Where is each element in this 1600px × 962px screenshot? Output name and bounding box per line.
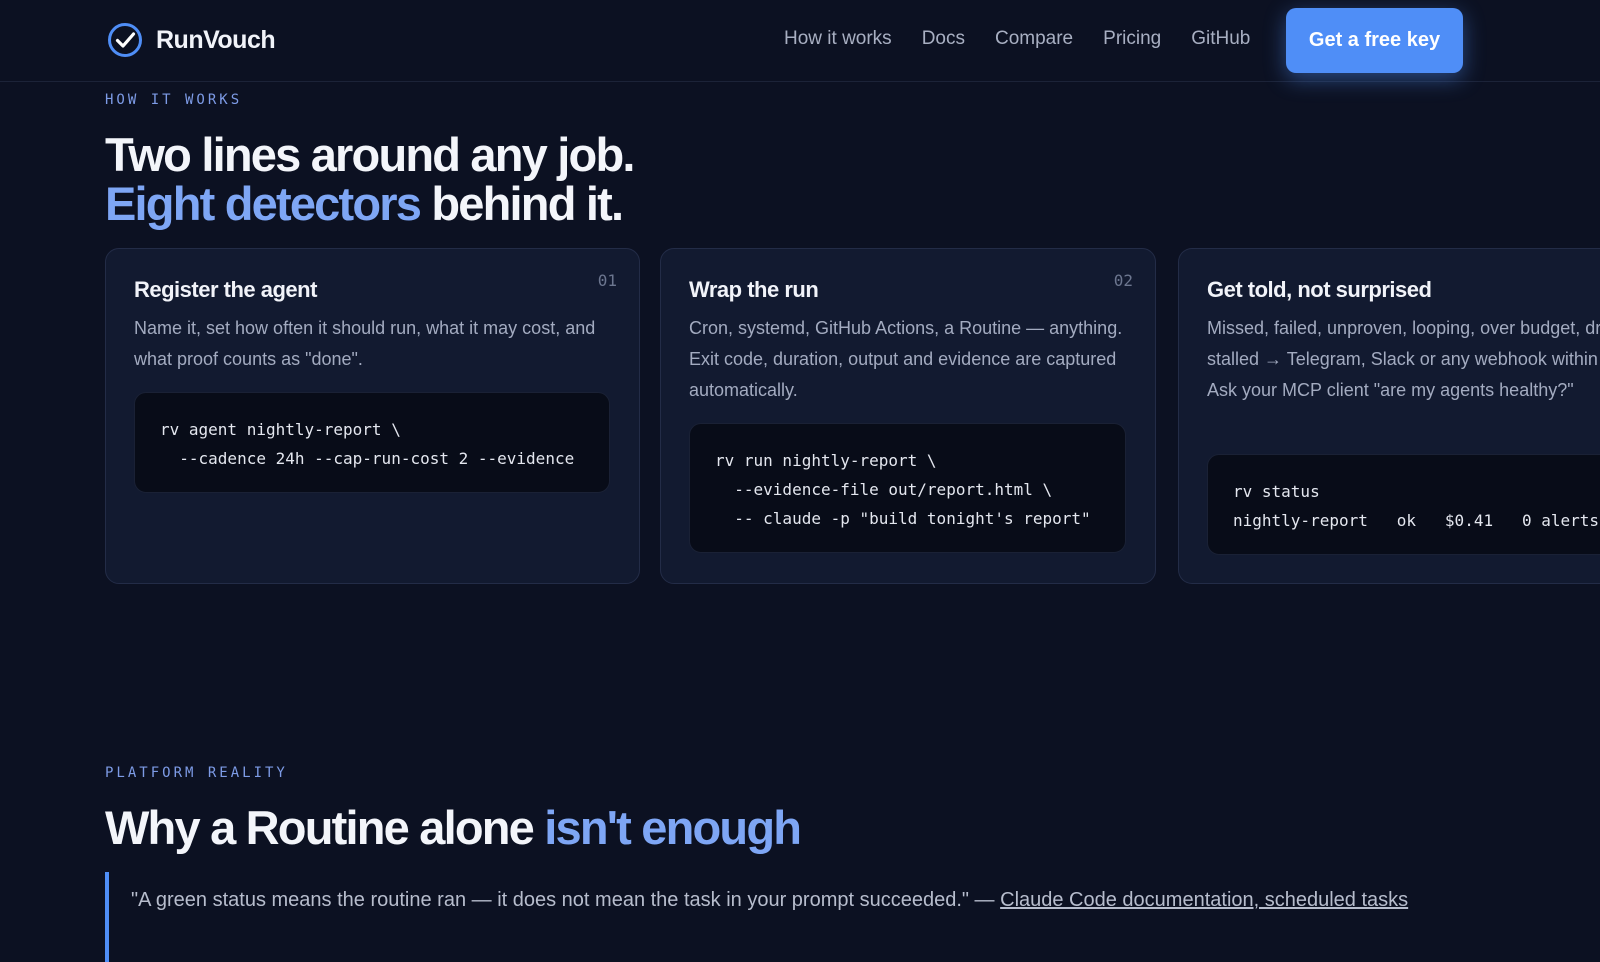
docs-quote: "A green status means the routine ran — … [105,872,1425,962]
nav-link-pricing[interactable]: Pricing [1103,28,1161,50]
brand-logo[interactable]: RunVouch [107,22,276,58]
code-block: rv run nightly-report \ --evidence-file … [689,423,1126,553]
step-card-get-told: Get told, not surprised Missed, failed, … [1178,248,1600,584]
nav-link-docs[interactable]: Docs [922,28,965,50]
nav-links: How it works Docs Compare Pricing GitHub [784,28,1250,50]
check-circle-icon [108,23,142,57]
code-block: rv agent nightly-report \ --cadence 24h … [134,392,610,493]
step-number: 01 [597,271,617,290]
step-description: Missed, failed, unproven, looping, over … [1207,318,1600,400]
step-card-register: 01 Register the agent Name it, set how o… [105,248,640,584]
heading-main: Why a Routine alone [105,801,545,854]
quote-text: "A green status means the routine ran — … [131,889,1001,911]
claude-docs-link[interactable]: Claude Code documentation, scheduled tas… [1000,889,1408,911]
platform-reality-heading: Why a Routine alone isn't enough [105,801,802,854]
step-card-wrap-run: 02 Wrap the run Cron, systemd, GitHub Ac… [660,248,1156,584]
step-title: Register the agent [134,277,317,302]
nav-link-compare[interactable]: Compare [995,28,1073,50]
step-title: Wrap the run [689,277,819,302]
step-number: 02 [1113,271,1133,290]
step-title: Get told, not surprised [1207,277,1432,302]
get-free-key-button[interactable]: Get a free key [1286,8,1463,73]
how-it-works-heading: Two lines around any job. Eight detector… [105,128,635,229]
heading-accent: Eight detectors [105,177,422,231]
heading-line-1: Two lines around any job. [105,128,635,181]
top-navbar: RunVouch How it works Docs Compare Prici… [0,0,1600,82]
heading-rest: behind it. [420,177,624,231]
heading-accent: isn't enough [544,801,802,854]
heading-line-2: Eight detectors behind it. [105,179,634,228]
step-description: Cron, systemd, GitHub Actions, a Routine… [689,318,1123,400]
code-block: rv status nightly-report ok $0.41 0 aler… [1207,454,1600,555]
step-description: Name it, set how often it should run, wh… [134,318,596,369]
platform-reality-eyebrow: PLATFORM REALITY [105,765,288,781]
nav-link-how-it-works[interactable]: How it works [784,28,892,50]
nav-link-github[interactable]: GitHub [1191,28,1250,50]
brand-name: RunVouch [156,25,276,54]
how-it-works-eyebrow: HOW IT WORKS [105,92,243,108]
